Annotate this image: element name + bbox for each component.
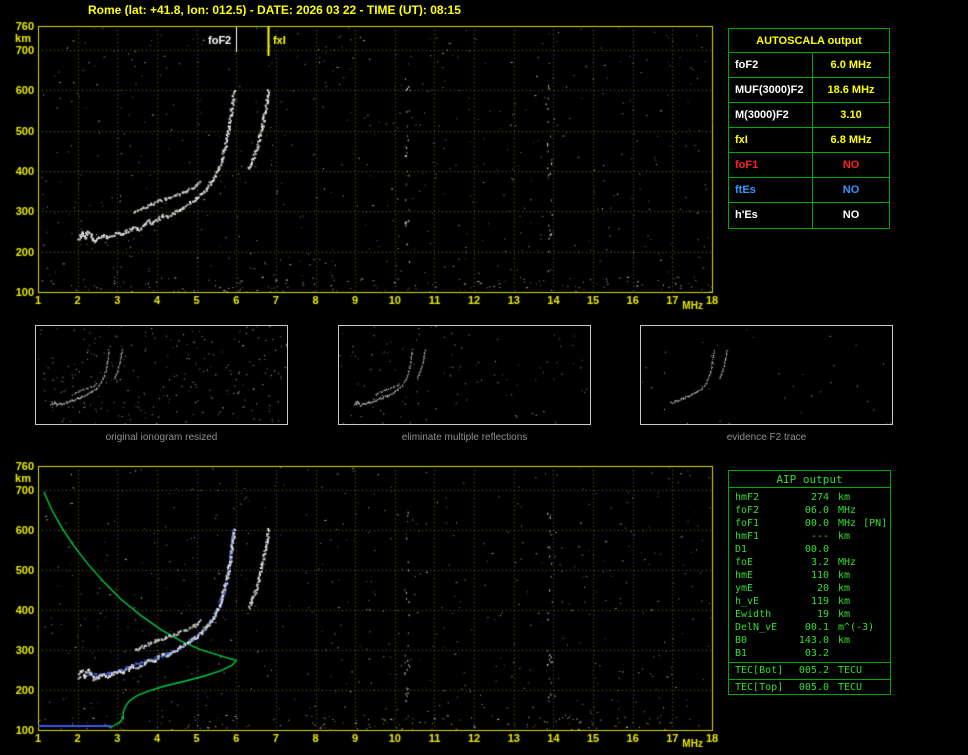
table-row: h'Es NO xyxy=(729,203,889,228)
aip-row-unit: km xyxy=(838,492,851,503)
thumbnail-caption: original ionogram resized xyxy=(105,432,218,443)
aip-row-unit: km xyxy=(838,596,851,607)
autoscala-row-label: M(3000)F2 xyxy=(729,103,813,127)
autoscala-row-value: 6.8 MHz xyxy=(830,134,872,146)
aip-row-unit: km xyxy=(838,583,851,594)
thumbnail-original-ionogram xyxy=(35,325,288,425)
table-row: foF1 00.0 MHz [PN] xyxy=(729,517,890,530)
autoscala-row-label: h'Es xyxy=(729,203,813,228)
aip-row-value: 005.0 xyxy=(798,682,829,693)
table-row: DelN_vE 00.1 m^(-3) xyxy=(729,621,890,634)
autoscala-row-label: MUF(3000)F2 xyxy=(729,78,813,102)
aip-table-body: hmF2 274 km foF2 06.0 MHz foF1 00.0 MHz … xyxy=(729,488,890,694)
autoscala-row-label: foF1 xyxy=(729,153,813,177)
autoscala-output-table: AUTOSCALA output foF2 6.0 MHz MUF(3000)F… xyxy=(728,28,890,229)
table-row: M(3000)F2 3.10 xyxy=(729,103,889,128)
aip-row-value: 00.0 xyxy=(804,544,829,555)
thumbnail-caption: eliminate multiple reflections xyxy=(401,432,528,443)
aip-row-unit: km xyxy=(838,570,851,581)
aip-row-value: 005.2 xyxy=(798,665,829,676)
thumbnail-canvas xyxy=(339,326,590,424)
aip-row-label: foE xyxy=(735,557,754,568)
aip-row-label: ymE xyxy=(735,583,754,594)
autoscala-row-value: NO xyxy=(842,159,860,171)
aip-row-value: --- xyxy=(810,531,829,542)
table-row: foF1 NO xyxy=(729,153,889,178)
thumbnail-caption: evidence F2 trace xyxy=(726,432,807,443)
table-row: ymE 20 km xyxy=(729,582,890,595)
table-row: B0 143.0 km xyxy=(729,634,890,647)
autoscala-row-value: NO xyxy=(842,209,860,221)
thumbnail-multiple-reflections xyxy=(338,325,591,425)
aip-row-label: D1 xyxy=(735,544,748,555)
aip-row-label: B0 xyxy=(735,635,748,646)
aip-row-label: hmF2 xyxy=(735,492,760,503)
aip-row-unit: km xyxy=(838,635,851,646)
aip-row-label: hmF1 xyxy=(735,531,760,542)
autoscala-row-label: foF2 xyxy=(729,53,813,77)
aip-row-value: 274 xyxy=(810,492,829,503)
aip-row-value: 3.2 xyxy=(810,557,829,568)
aip-row-value: 119 xyxy=(810,596,829,607)
top-ionogram-plot xyxy=(0,16,725,316)
autoscala-row-value: NO xyxy=(842,184,860,196)
aip-row-value: 143.0 xyxy=(798,635,829,646)
table-row: B1 03.2 xyxy=(729,647,890,660)
tec-bottom-row: TEC[Bot] 005.2 TECU xyxy=(729,662,890,677)
table-row: D1 00.0 xyxy=(729,543,890,556)
aip-row-value: 06.0 xyxy=(804,505,829,516)
thumbnail-f2-trace xyxy=(640,325,893,425)
aip-row-unit xyxy=(829,543,838,556)
bottom-ionogram-plot-with-profile xyxy=(0,452,725,754)
table-row: foE 3.2 MHz xyxy=(729,556,890,569)
table-row: h_vE 119 km xyxy=(729,595,890,608)
autoscala-table-header: AUTOSCALA output xyxy=(729,29,889,53)
table-row: hmF1 --- km xyxy=(729,530,890,543)
autoscala-row-label: fxI xyxy=(729,128,813,152)
aip-row-unit: MHz xyxy=(838,505,857,516)
aip-row-value: 00.1 xyxy=(804,622,829,633)
aip-row-unit: m^(-3) xyxy=(838,622,875,633)
table-row: Ewidth 19 km xyxy=(729,608,890,621)
aip-output-table: AIP output hmF2 274 km foF2 06.0 MHz foF… xyxy=(728,470,891,695)
aip-row-unit: km xyxy=(838,531,851,542)
table-row: fxI 6.8 MHz xyxy=(729,128,889,153)
table-row: ftEs NO xyxy=(729,178,889,203)
aip-row-label: foF1 xyxy=(735,518,760,529)
autoscala-row-value: 18.6 MHz xyxy=(827,84,875,96)
aip-row-label: hmE xyxy=(735,570,754,581)
aip-row-unit: km xyxy=(838,609,851,620)
autoscala-row-value: 6.0 MHz xyxy=(830,59,872,71)
table-row: foF2 06.0 MHz xyxy=(729,504,890,517)
station-title: Rome (lat: +41.8, lon: 012.5) - DATE: 20… xyxy=(88,3,461,17)
aip-row-value: 19 xyxy=(816,609,829,620)
table-row: MUF(3000)F2 18.6 MHz xyxy=(729,78,889,103)
aip-row-flag: [PN] xyxy=(863,518,888,529)
aip-row-value: 110 xyxy=(810,570,829,581)
autoscala-row-label: ftEs xyxy=(729,178,813,202)
aip-row-unit: MHz xyxy=(838,518,857,529)
aip-row-label: B1 xyxy=(735,648,748,659)
tec-top-row: TEC[Top] 005.0 TECU xyxy=(729,679,890,694)
aip-row-value: 00.0 xyxy=(804,518,829,529)
aip-row-label: Ewidth xyxy=(735,609,772,620)
aip-row-label: TEC[Bot] xyxy=(735,665,784,676)
aip-row-label: foF2 xyxy=(735,505,760,516)
aip-row-value: 20 xyxy=(816,583,829,594)
table-row: foF2 6.0 MHz xyxy=(729,53,889,78)
table-row: hmF2 274 km xyxy=(729,491,890,504)
aip-row-unit: TECU xyxy=(838,665,863,676)
aip-row-label: h_vE xyxy=(735,596,760,607)
table-row: hmE 110 km xyxy=(729,569,890,582)
autoscala-row-value: 3.10 xyxy=(840,109,862,121)
thumbnail-canvas xyxy=(641,326,892,424)
aip-table-header: AIP output xyxy=(729,471,890,488)
aip-row-unit: TECU xyxy=(838,682,863,693)
aip-row-unit: MHz xyxy=(838,557,857,568)
aip-row-label: DelN_vE xyxy=(735,622,778,633)
aip-row-value: 03.2 xyxy=(804,648,829,659)
aip-row-unit xyxy=(829,647,838,660)
aip-row-label: TEC[Top] xyxy=(735,682,784,693)
thumbnail-canvas xyxy=(36,326,287,424)
